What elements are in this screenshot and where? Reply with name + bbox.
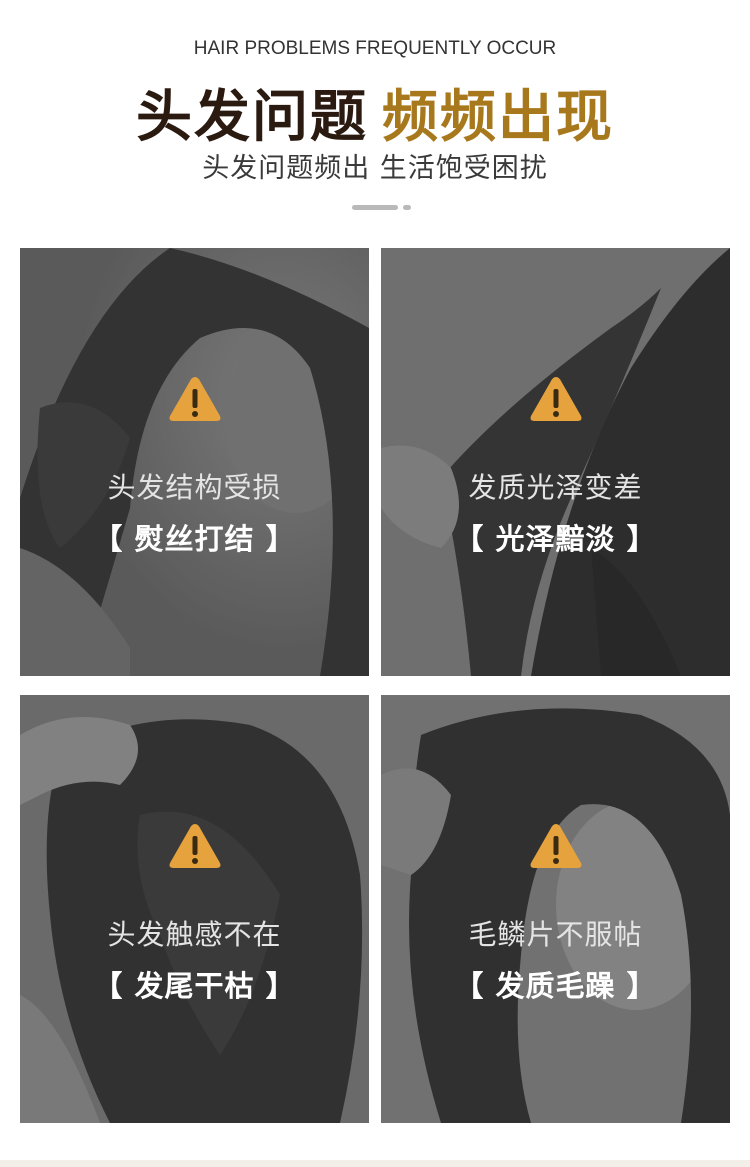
warning-icon [530, 377, 582, 421]
warning-icon [169, 377, 221, 421]
header: HAIR PROBLEMS FREQUENTLY OCCUR 头发问题 频频出现 … [0, 0, 750, 240]
bottom-strip [0, 1160, 750, 1167]
problem-card-frizzy: 毛鳞片不服帖 【 发质毛躁 】 [381, 695, 730, 1123]
problem-description: 发质光泽变差 [468, 471, 643, 504]
problem-label: 【 光泽黯淡 】 [454, 522, 657, 556]
photo-overlay [20, 248, 369, 676]
title-dark-part: 头发问题 [136, 85, 368, 150]
problem-card-dull: 发质光泽变差 【 光泽黯淡 】 [381, 248, 730, 676]
photo-overlay [381, 248, 730, 676]
tagline: 头发问题频出 生活饱受困扰 [202, 153, 548, 184]
page-title: 头发问题 频频出现 [0, 72, 750, 153]
photo-overlay [20, 695, 369, 1123]
problem-label: 【 发质毛躁 】 [454, 969, 657, 1003]
divider-dot [403, 205, 411, 210]
problem-card-dry-ends: 头发触感不在 【 发尾干枯 】 [20, 695, 369, 1123]
photo-overlay [381, 695, 730, 1123]
problem-label: 【 熨丝打结 】 [93, 522, 296, 556]
english-subtitle: HAIR PROBLEMS FREQUENTLY OCCUR [193, 38, 557, 59]
problem-description: 毛鳞片不服帖 [468, 918, 643, 951]
warning-icon [169, 824, 221, 868]
title-gold-part: 频频出现 [382, 85, 614, 150]
problem-card-tangled: 头发结构受损 【 熨丝打结 】 [20, 248, 369, 676]
warning-icon [530, 824, 582, 868]
problem-label: 【 发尾干枯 】 [93, 969, 296, 1003]
problem-description: 头发结构受损 [107, 471, 282, 504]
problem-description: 头发触感不在 [107, 918, 282, 951]
divider-dash [352, 205, 398, 210]
